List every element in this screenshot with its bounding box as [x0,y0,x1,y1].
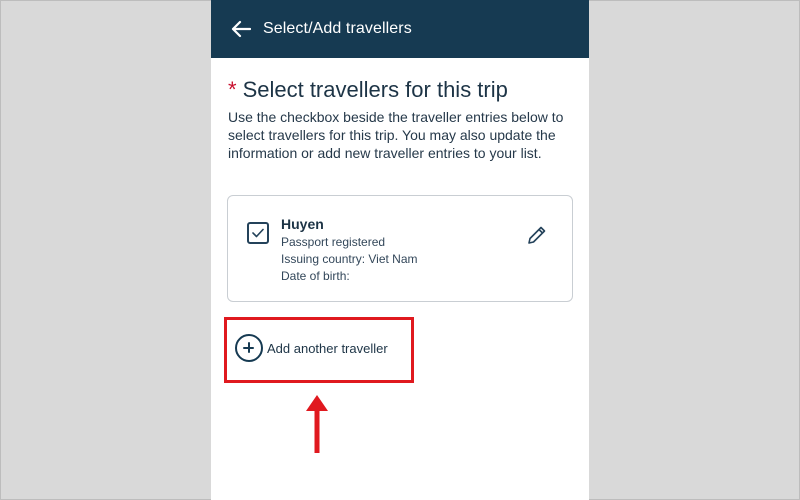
section-heading: * Select travellers for this trip [228,76,578,104]
page-title: Select/Add travellers [263,20,412,37]
required-marker: * [228,77,237,102]
pencil-icon [528,226,546,244]
app-screen: Select/Add travellers * Select travellers… [211,0,589,500]
checkmark-icon [252,228,264,238]
passport-status: Passport registered [281,235,386,249]
edit-traveller-button[interactable] [524,222,550,248]
arrow-left-icon [231,20,251,38]
traveller-name: Huyen [281,216,324,232]
section-title: Select travellers for this trip [242,77,508,102]
app-header: Select/Add travellers [211,0,589,58]
section-description: Use the checkbox beside the traveller en… [228,109,564,161]
back-button[interactable] [227,15,255,43]
issuing-country: Issuing country: Viet Nam [281,252,418,266]
date-of-birth: Date of birth: [281,269,350,283]
traveller-checkbox[interactable] [247,222,269,244]
traveller-card: Huyen Passport registered Issuing countr… [227,195,573,302]
highlight-box [224,317,414,383]
arrow-up-icon [306,395,328,453]
